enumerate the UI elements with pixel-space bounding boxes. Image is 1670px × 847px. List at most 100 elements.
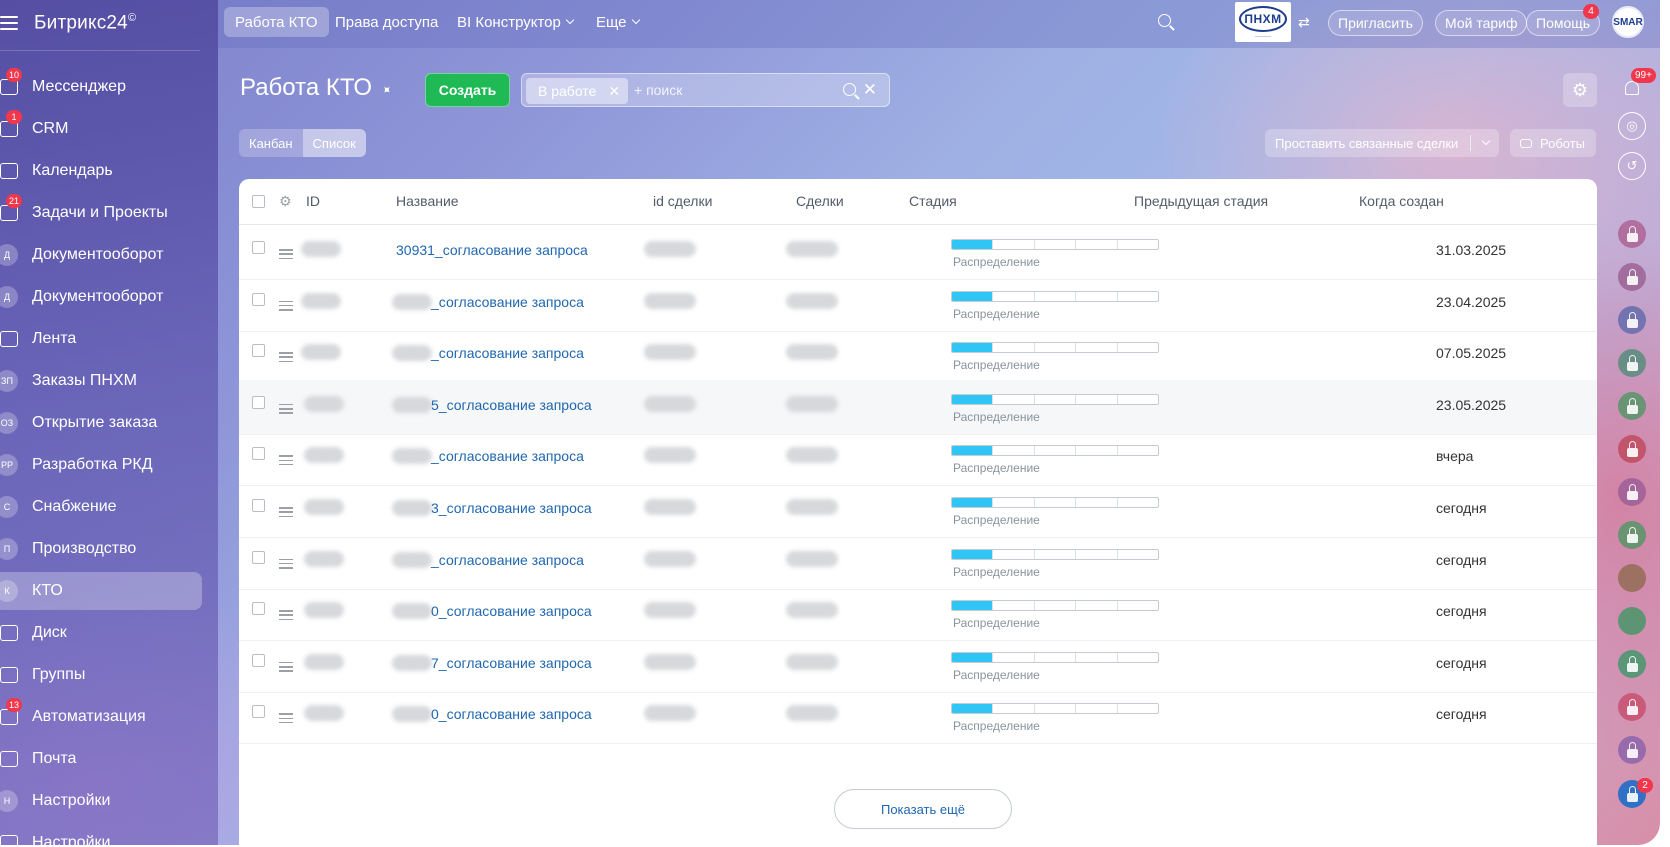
row-checkbox[interactable] [252, 705, 265, 719]
lock-icon[interactable] [1618, 220, 1646, 248]
stage-segment[interactable] [952, 240, 994, 249]
sidebar-item[interactable]: Мессенджер 10 [0, 68, 202, 106]
sidebar-item[interactable]: Настройки [0, 824, 202, 845]
row-checkbox[interactable] [252, 447, 265, 461]
search-icon[interactable] [843, 83, 856, 96]
stage-progress[interactable] [951, 239, 1159, 250]
search-icon[interactable] [1158, 14, 1171, 27]
stage-progress[interactable] [951, 548, 1159, 560]
drag-handle-icon[interactable] [279, 455, 293, 466]
lock-icon[interactable] [1618, 392, 1646, 420]
sidebar-item[interactable]: Диск [0, 614, 202, 652]
sidebar-item[interactable]: CRM 1 [0, 110, 202, 148]
lock-icon[interactable] [1618, 349, 1646, 377]
stage-progress[interactable] [951, 290, 1159, 302]
stage-segment[interactable] [952, 498, 994, 507]
stage-segment[interactable] [993, 240, 1035, 249]
lock-icon[interactable] [1618, 435, 1646, 463]
stage-progress[interactable] [951, 445, 1159, 457]
row-name-link[interactable]: 0_согласование запроса [431, 603, 592, 619]
stage-segment[interactable] [1035, 240, 1077, 249]
stage-progress[interactable] [951, 600, 1159, 612]
stage-segment[interactable] [1118, 395, 1158, 404]
stage-progress[interactable] [951, 393, 1159, 405]
sidebar-item[interactable]: С Снабжение [0, 488, 202, 526]
stage-segment[interactable] [952, 291, 994, 301]
stage-segment[interactable] [993, 446, 1035, 456]
row-name-link[interactable]: 30931_согласование запроса [396, 242, 588, 258]
sidebar-item[interactable]: Календарь [0, 152, 202, 190]
stage-segment[interactable] [1118, 601, 1158, 610]
stage-segment[interactable] [1035, 498, 1077, 507]
view-kanban[interactable]: Канбан [239, 129, 303, 157]
stage-segment[interactable] [993, 549, 1035, 559]
tab-work-kto[interactable]: Работа КТО [224, 7, 329, 37]
tab-more[interactable]: Еще [585, 7, 650, 37]
row-checkbox[interactable] [252, 550, 265, 564]
row-checkbox[interactable] [252, 395, 265, 409]
stage-segment[interactable] [1035, 394, 1077, 404]
chevron-down-icon[interactable] [1481, 136, 1491, 146]
filter-tag[interactable]: В работе ✕ [526, 78, 629, 104]
drag-handle-icon[interactable] [279, 713, 293, 724]
stage-progress[interactable] [951, 651, 1159, 663]
remove-filter-icon[interactable]: ✕ [608, 83, 620, 100]
stage-segment[interactable] [952, 343, 994, 353]
stage-segment[interactable] [993, 394, 1035, 404]
drag-handle-icon[interactable] [279, 403, 293, 414]
stage-segment[interactable] [1076, 240, 1118, 249]
stage-segment[interactable] [1076, 394, 1118, 404]
sidebar-item[interactable]: Д Документооборот [0, 236, 202, 274]
company-logo[interactable]: ПНХМ ———— [1235, 2, 1291, 42]
target-icon[interactable]: ◎ [1618, 112, 1646, 140]
stage-segment[interactable] [1118, 240, 1158, 249]
row-name-link[interactable]: 0_согласование запроса [431, 706, 592, 722]
robots-button[interactable]: Роботы [1510, 129, 1596, 157]
drag-handle-icon[interactable] [279, 661, 293, 672]
lock-icon[interactable] [1618, 521, 1646, 549]
column-header-id[interactable]: ID [306, 193, 320, 209]
drag-handle-icon[interactable] [279, 507, 293, 517]
table-row[interactable]: 0_согласование запроса Распределение сегод… [239, 586, 1597, 642]
column-header-stage[interactable]: Стадия [909, 193, 957, 209]
stage-segment[interactable] [1035, 343, 1077, 353]
show-more-button[interactable]: Показать ещё [834, 789, 1012, 829]
row-name-link[interactable]: _согласование запроса [431, 294, 584, 310]
stage-segment[interactable] [1035, 291, 1077, 301]
filter-search-bar[interactable]: В работе ✕ + поиск ✕ [521, 73, 890, 107]
sidebar-item[interactable]: Н Настройки [0, 782, 202, 820]
sidebar-item[interactable]: Группы [0, 656, 202, 694]
stage-segment[interactable] [1035, 704, 1077, 714]
sidebar-item[interactable]: Д Документооборот [0, 278, 202, 316]
stage-segment[interactable] [1035, 601, 1077, 611]
chat-search-icon[interactable]: ↺ [1618, 152, 1646, 180]
stage-segment[interactable] [952, 652, 994, 662]
stage-segment[interactable] [1076, 601, 1118, 611]
stage-segment[interactable] [993, 343, 1035, 353]
gear-icon[interactable]: ⚙ [279, 194, 293, 208]
lock-icon[interactable] [1618, 263, 1646, 291]
tab-access-rights[interactable]: Права доступа [324, 7, 449, 37]
column-header-created[interactable]: Когда создан [1359, 193, 1444, 209]
table-row[interactable]: 0_согласование запроса Распределение сегод… [239, 689, 1597, 745]
stage-segment[interactable] [1076, 549, 1118, 559]
sidebar-item[interactable]: Задачи и Проекты 21 [0, 194, 202, 232]
drag-handle-icon[interactable] [279, 249, 293, 259]
stage-segment[interactable] [1118, 343, 1158, 352]
table-row[interactable]: _согласование запроса Распределение 23.04.… [239, 277, 1597, 332]
row-checkbox[interactable] [252, 241, 265, 254]
sidebar-item[interactable]: Почта [0, 740, 202, 778]
sidebar-item[interactable]: П Производство [0, 530, 202, 568]
invite-button[interactable]: Пригласить [1328, 10, 1423, 36]
column-header-name[interactable]: Название [396, 193, 459, 209]
drag-handle-icon[interactable] [279, 300, 293, 311]
stage-segment[interactable] [952, 601, 994, 611]
stage-segment[interactable] [952, 549, 994, 559]
my-plan-button[interactable]: Мой тариф [1435, 10, 1528, 36]
user-avatar-icon[interactable] [1618, 564, 1646, 592]
stage-segment[interactable] [952, 394, 994, 404]
drag-handle-icon[interactable] [279, 558, 293, 569]
stage-segment[interactable] [1118, 653, 1158, 662]
stage-segment[interactable] [1118, 446, 1158, 455]
stage-segment[interactable] [952, 446, 994, 456]
